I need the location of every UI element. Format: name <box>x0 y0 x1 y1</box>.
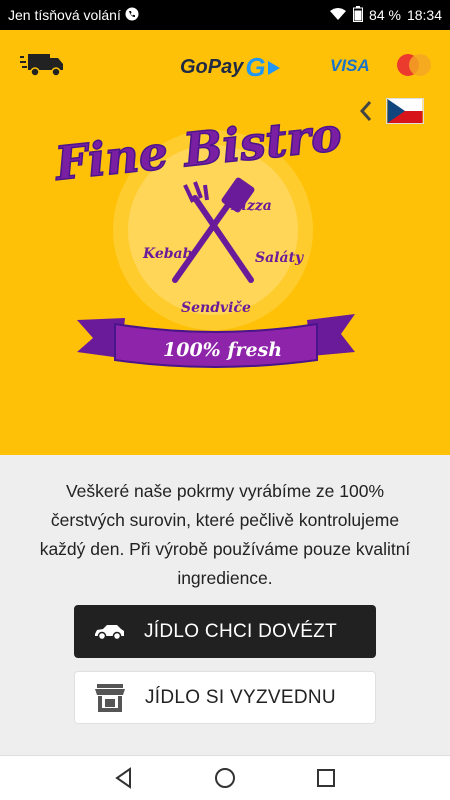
carrier-label: Jen tísňová volání <box>8 7 121 23</box>
logo-item-sandwiches: Sendviče <box>181 300 251 316</box>
delivery-button-label: JÍDLO CHCI DOVÉZT <box>144 620 338 642</box>
phone-icon <box>125 7 139 24</box>
logo-item-kebab: Kebab <box>142 246 193 262</box>
gopay-logo: GoPay G <box>180 52 280 83</box>
description-text: Veškeré naše pokrmy vyrábíme ze 100% čer… <box>39 481 411 588</box>
clock: 18:34 <box>406 7 442 23</box>
pickup-button-label: JÍDLO SI VYZVEDNU <box>145 686 336 708</box>
home-icon[interactable] <box>213 766 237 790</box>
delivery-button[interactable]: JÍDLO CHCI DOVÉZT <box>74 605 376 658</box>
store-icon <box>75 683 145 712</box>
hero-banner: GoPay G VISA Pizza Kebab Saláty Sendviče… <box>0 30 450 455</box>
back-icon[interactable] <box>112 766 136 790</box>
system-nav-bar <box>0 755 450 800</box>
status-bar: Jen tísňová volání 84 % 18:34 <box>0 0 450 30</box>
gopay-arrow-icon <box>267 60 280 75</box>
battery-level: 84 % <box>369 7 401 23</box>
wifi-icon <box>329 7 347 24</box>
logo-item-pizza: Pizza <box>230 198 272 214</box>
mastercard-logo <box>394 52 434 78</box>
payment-row: GoPay G VISA <box>0 48 450 82</box>
visa-logo: VISA <box>330 56 370 75</box>
fine-bistro-logo: Pizza Kebab Saláty Sendviče Fine Bistro … <box>55 106 355 368</box>
gopay-text: GoPay <box>180 56 244 78</box>
delivery-truck-icon <box>20 52 64 78</box>
recents-icon[interactable] <box>314 766 338 790</box>
logo-item-salads: Saláty <box>255 250 304 266</box>
info-panel: Veškeré naše pokrmy vyrábíme ze 100% čer… <box>0 455 450 755</box>
car-icon <box>74 624 144 640</box>
pickup-button[interactable]: JÍDLO SI VYZVEDNU <box>74 671 376 724</box>
ribbon-text: 100% fresh <box>163 339 282 361</box>
gopay-mark: G <box>245 52 266 82</box>
battery-icon <box>353 5 364 25</box>
